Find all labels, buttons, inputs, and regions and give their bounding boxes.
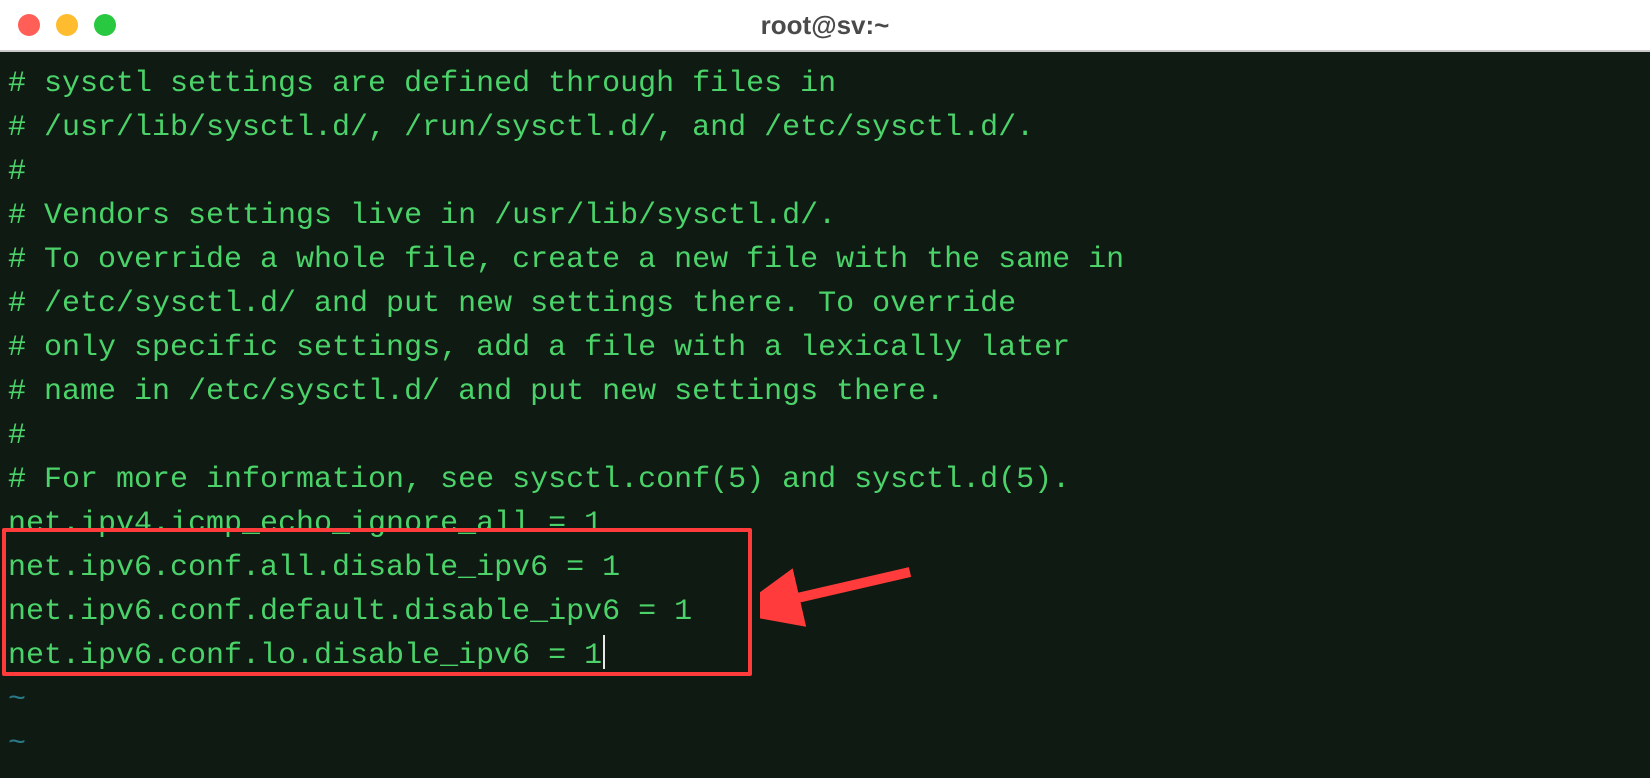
file-line: # Vendors settings live in /usr/lib/sysc… xyxy=(8,194,1642,238)
text-cursor-icon xyxy=(603,635,605,669)
terminal-viewport[interactable]: # sysctl settings are defined through fi… xyxy=(0,52,1650,778)
minimize-icon[interactable] xyxy=(56,14,78,36)
titlebar: root@sv:~ xyxy=(0,0,1650,52)
file-line: # /usr/lib/sysctl.d/, /run/sysctl.d/, an… xyxy=(8,106,1642,150)
file-line: # xyxy=(8,414,1642,458)
file-line: net.ipv6.conf.default.disable_ipv6 = 1 xyxy=(8,590,1642,634)
file-line-text: net.ipv6.conf.lo.disable_ipv6 = 1 xyxy=(8,639,602,673)
file-line: net.ipv6.conf.all.disable_ipv6 = 1 xyxy=(8,546,1642,590)
file-line: # xyxy=(8,150,1642,194)
file-line: # For more information, see sysctl.conf(… xyxy=(8,458,1642,502)
terminal-window: root@sv:~ # sysctl settings are defined … xyxy=(0,0,1650,778)
close-icon[interactable] xyxy=(18,14,40,36)
file-line: # To override a whole file, create a new… xyxy=(8,238,1642,282)
window-controls xyxy=(18,14,116,36)
file-line: net.ipv6.conf.lo.disable_ipv6 = 1 xyxy=(8,634,1642,678)
maximize-icon[interactable] xyxy=(94,14,116,36)
window-title: root@sv:~ xyxy=(0,10,1650,41)
file-line: # only specific settings, add a file wit… xyxy=(8,326,1642,370)
file-line: net.ipv4.icmp_echo_ignore_all = 1 xyxy=(8,502,1642,546)
vim-empty-line: ~ xyxy=(8,722,1642,766)
file-line: # /etc/sysctl.d/ and put new settings th… xyxy=(8,282,1642,326)
file-line: # sysctl settings are defined through fi… xyxy=(8,62,1642,106)
file-line: # name in /etc/sysctl.d/ and put new set… xyxy=(8,370,1642,414)
vim-empty-line: ~ xyxy=(8,678,1642,722)
